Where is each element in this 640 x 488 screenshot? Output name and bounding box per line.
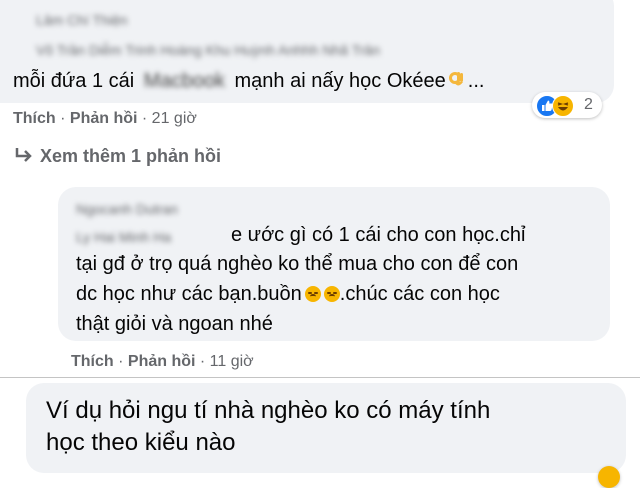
comment-text-2-line3-start: dc học như các bạn.buồn — [76, 283, 302, 305]
ok-hand-emoji — [448, 70, 466, 90]
comment-text-2-line3: dc học như các bạn.buồn .chúc các con học — [76, 283, 500, 306]
timestamp-2[interactable]: 11 giờ — [210, 353, 254, 370]
comment-text-1-start: mỗi đứa 1 cái — [13, 70, 135, 92]
sad-face-icon — [304, 286, 321, 302]
comment-text-1: mỗi đứa 1 cái Macbook mạnh ai nấy học Ok… — [13, 70, 484, 93]
tagged-user-inline[interactable]: Macbook — [144, 70, 225, 93]
comment-text-1-ellipsis: ... — [467, 70, 485, 92]
comment-meta-2: Thích · Phản hồi · 11 giờ — [71, 353, 254, 371]
divider — [0, 377, 640, 378]
comment-text-1-end: mạnh ai nấy học Okéee — [234, 70, 446, 92]
sad-face-icon — [323, 286, 340, 302]
meta-separator: · — [137, 110, 152, 127]
comment-text-3-line1: Ví dụ hỏi ngu tí nhà nghèo ko có máy tín… — [46, 397, 491, 424]
like-link-1[interactable]: Thích — [13, 110, 56, 127]
see-more-replies[interactable]: Xem thêm 1 phản hồi — [13, 146, 221, 167]
meta-separator: · — [195, 353, 210, 370]
commenter-name-2[interactable]: Ngocanh Dutran — [76, 201, 178, 217]
see-more-label: Xem thêm 1 phản hồi — [40, 146, 222, 166]
reaction-summary-1[interactable]: 2 — [532, 92, 602, 118]
meta-separator: · — [113, 353, 128, 370]
comment-meta-1: Thích · Phản hồi · 21 giờ — [13, 110, 197, 128]
reply-link-2[interactable]: Phản hồi — [128, 353, 196, 370]
tagged-users-1[interactable]: Võ Trần Diễm Trinh Hoàng Khu Huỳnh Anhhh… — [36, 42, 380, 58]
comment-text-2-line2: tại gđ ở trọ quá nghèo ko thể mua cho co… — [76, 253, 519, 275]
comment-text-2-line3-end: .chúc các con học — [339, 283, 500, 305]
reply-arrow-icon — [13, 146, 35, 164]
comment-text-2-line1: e ước gì có 1 cái cho con học.chỉ — [231, 224, 526, 246]
haha-reaction-icon — [552, 95, 574, 117]
reaction-count-1: 2 — [584, 96, 593, 113]
commenter-name-1[interactable]: Lâm Chí Thiện — [36, 12, 128, 28]
reaction-icon-partial[interactable] — [598, 466, 620, 488]
comment-text-2-line4: thật giỏi và ngoan nhé — [76, 313, 273, 335]
like-link-2[interactable]: Thích — [71, 353, 114, 370]
reply-link-1[interactable]: Phản hồi — [70, 110, 138, 127]
tagged-user-2[interactable]: Ly Hai Minh Ha — [76, 229, 171, 245]
comment-text-3-line2: học theo kiểu nào — [46, 429, 236, 456]
timestamp-1[interactable]: 21 giờ — [152, 110, 197, 127]
meta-separator: · — [55, 110, 70, 127]
